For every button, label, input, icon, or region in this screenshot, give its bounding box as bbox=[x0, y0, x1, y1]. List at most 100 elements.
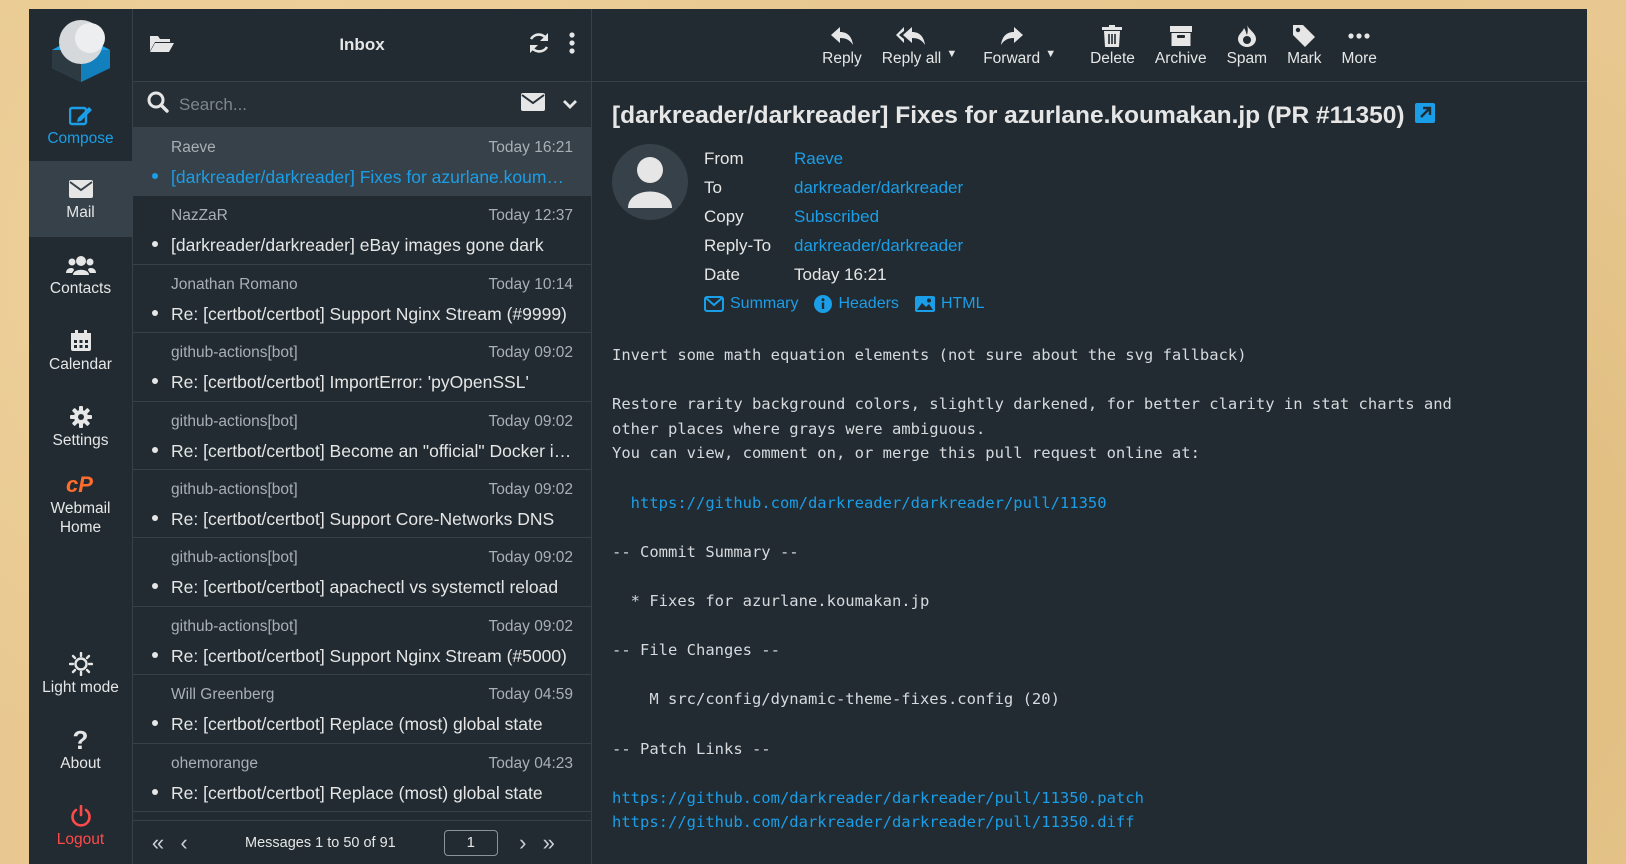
message-subject-line: Re: [certbot/certbot] Replace (most) glo… bbox=[171, 782, 543, 803]
task-mail[interactable]: Mail bbox=[29, 161, 132, 237]
envelope-icon bbox=[704, 296, 724, 312]
reply-all-button[interactable]: Reply all ▼ bbox=[872, 22, 957, 68]
caret-down-icon[interactable]: ▼ bbox=[1045, 48, 1056, 60]
task-label: Logout bbox=[56, 831, 105, 848]
message-meta: github-actions[bot] Today 09:02 bbox=[171, 408, 573, 436]
webmail-app: Compose Mail Contacts Calendar Settings bbox=[29, 9, 1587, 864]
envelope-filter-icon[interactable] bbox=[521, 93, 545, 116]
prev-page-icon[interactable]: ‹ bbox=[171, 830, 197, 856]
caret-down-icon[interactable]: ▼ bbox=[946, 48, 957, 60]
task-label: About bbox=[60, 755, 101, 772]
message-row[interactable]: github-actions[bot] Today 09:02 Re: [certb… bbox=[133, 333, 591, 402]
message-from: Will Greenberg bbox=[171, 686, 275, 704]
unread-dot-icon bbox=[152, 583, 158, 590]
message-date: Today 09:02 bbox=[488, 412, 573, 430]
message-meta: github-actions[bot] Today 09:02 bbox=[171, 613, 573, 641]
search-input[interactable] bbox=[169, 94, 521, 115]
message-row[interactable]: github-actions[bot] Today 09:02 Re: [certb… bbox=[133, 470, 591, 539]
spam-button[interactable]: Spam bbox=[1217, 22, 1278, 68]
body-line: You can view, comment on, or merge this … bbox=[612, 444, 1200, 463]
pull-request-link[interactable]: https://github.com/darkreader/darkreader… bbox=[631, 494, 1107, 512]
toolbar-label: Forward bbox=[983, 50, 1041, 67]
task-label: Mail bbox=[66, 204, 95, 221]
message-row[interactable]: github-actions[bot] Today 09:02 Re: [certb… bbox=[133, 402, 591, 470]
image-icon bbox=[914, 296, 935, 312]
refresh-icon[interactable] bbox=[527, 31, 551, 60]
body-line: -- Commit Summary -- bbox=[612, 542, 799, 561]
header-to-value[interactable]: darkreader/darkreader bbox=[794, 178, 963, 198]
message-subject-line: Re: [certbot/certbot] Support Nginx Stre… bbox=[171, 645, 567, 666]
message-row[interactable]: NazZaR Today 12:37 [darkreader/darkreader]… bbox=[133, 196, 591, 265]
message-list: Raeve Today 16:21 [darkreader/darkreader] … bbox=[133, 128, 591, 820]
task-settings[interactable]: Settings bbox=[29, 389, 132, 465]
html-link[interactable]: HTML bbox=[914, 295, 985, 313]
toolbar-label: Delete bbox=[1090, 50, 1135, 67]
message-date: Today 09:02 bbox=[488, 617, 573, 635]
task-compose[interactable]: Compose bbox=[29, 89, 132, 161]
task-label: Contacts bbox=[49, 280, 112, 297]
task-light-mode[interactable]: Light mode bbox=[29, 636, 132, 712]
message-row[interactable]: github-actions[bot] Today 09:02 Re: [certb… bbox=[133, 538, 591, 607]
link-label: Headers bbox=[838, 295, 899, 312]
message-meta: ohemorange Today 04:23 bbox=[171, 750, 573, 778]
mark-button[interactable]: Mark bbox=[1277, 22, 1331, 68]
message-row[interactable]: ohemorange Today 04:23 Re: [certbot/certbo… bbox=[133, 744, 591, 812]
task-label: Light mode bbox=[42, 679, 119, 696]
forward-button[interactable]: Forward ▼ bbox=[973, 22, 1056, 68]
reply-button[interactable]: Reply bbox=[812, 22, 872, 68]
unread-dot-icon bbox=[152, 378, 158, 385]
message-row[interactable]: Raeve Today 16:21 [darkreader/darkreader] … bbox=[133, 128, 591, 197]
toolbar-label: Spam bbox=[1226, 50, 1268, 67]
task-label: Calendar bbox=[49, 356, 112, 373]
headers-link[interactable]: Headers bbox=[814, 295, 899, 313]
summary-link[interactable]: Summary bbox=[704, 295, 798, 313]
message-row[interactable]: Will Greenberg Today 04:59 Re: [certbot/ce… bbox=[133, 675, 591, 744]
delete-button[interactable]: Delete bbox=[1080, 22, 1145, 68]
unread-dot-icon bbox=[152, 173, 158, 179]
message-meta: Jonathan Romano Today 10:14 bbox=[171, 271, 573, 299]
logo bbox=[29, 9, 132, 89]
page-input[interactable]: 1 bbox=[443, 829, 498, 856]
unread-dot-icon bbox=[152, 720, 158, 727]
header-reply-to-value[interactable]: darkreader/darkreader bbox=[794, 236, 963, 256]
message-meta: Will Greenberg Today 04:59 bbox=[171, 681, 573, 709]
task-about[interactable]: ? About bbox=[29, 712, 132, 788]
message-meta: NazZaR Today 12:37 bbox=[171, 202, 573, 230]
task-contacts[interactable]: Contacts bbox=[29, 237, 132, 313]
header-from-value[interactable]: Raeve bbox=[794, 149, 843, 169]
last-page-icon[interactable]: » bbox=[536, 830, 562, 856]
message-row[interactable]: Jonathan Romano Today 10:14 Re: [certbot/c… bbox=[133, 265, 591, 334]
message-row[interactable]: github-actions[bot] Today 09:02 Re: [certb… bbox=[133, 607, 591, 676]
message-content: [darkreader/darkreader] Fixes for azurla… bbox=[592, 82, 1587, 864]
header-to: To darkreader/darkreader bbox=[704, 173, 985, 202]
users-icon bbox=[65, 252, 96, 278]
task-logout[interactable]: Logout bbox=[29, 788, 132, 864]
link-label: Summary bbox=[730, 295, 799, 312]
open-external-icon[interactable] bbox=[1414, 102, 1435, 130]
sun-icon bbox=[68, 651, 93, 677]
header-copy-value[interactable]: Subscribed bbox=[794, 207, 879, 227]
message-from: github-actions[bot] bbox=[171, 412, 298, 430]
message-date: Today 04:23 bbox=[488, 754, 573, 772]
list-options-icon[interactable] bbox=[569, 31, 575, 59]
body-line: Invert some math equation elements (not … bbox=[612, 346, 1247, 364]
envelope-icon bbox=[68, 176, 93, 202]
task-label: Settings bbox=[52, 432, 109, 449]
header-label: Reply-To bbox=[704, 235, 772, 255]
archive-button[interactable]: Archive bbox=[1145, 22, 1217, 68]
diff-link[interactable]: https://github.com/darkreader/darkreader… bbox=[612, 813, 1135, 831]
task-calendar[interactable]: Calendar bbox=[29, 313, 132, 389]
first-page-icon[interactable]: « bbox=[145, 830, 171, 856]
unread-dot-icon bbox=[152, 514, 158, 521]
header-table: From Raeve To darkreader/darkreader Copy… bbox=[704, 144, 985, 313]
next-page-icon[interactable]: › bbox=[510, 830, 536, 856]
folder-open-icon[interactable] bbox=[149, 33, 175, 58]
task-webmail-home[interactable]: cP Webmail Home bbox=[29, 465, 132, 543]
more-button[interactable]: More bbox=[1332, 22, 1387, 68]
chevron-down-icon[interactable] bbox=[563, 96, 577, 114]
trash-icon bbox=[1102, 22, 1123, 50]
patch-link[interactable]: https://github.com/darkreader/darkreader… bbox=[612, 789, 1144, 807]
message-subject: [darkreader/darkreader] Fixes for azurla… bbox=[612, 102, 1567, 130]
message-subject-line: [darkreader/darkreader] Fixes for azurla… bbox=[171, 167, 573, 187]
toolbar-label: Reply all bbox=[881, 50, 942, 67]
